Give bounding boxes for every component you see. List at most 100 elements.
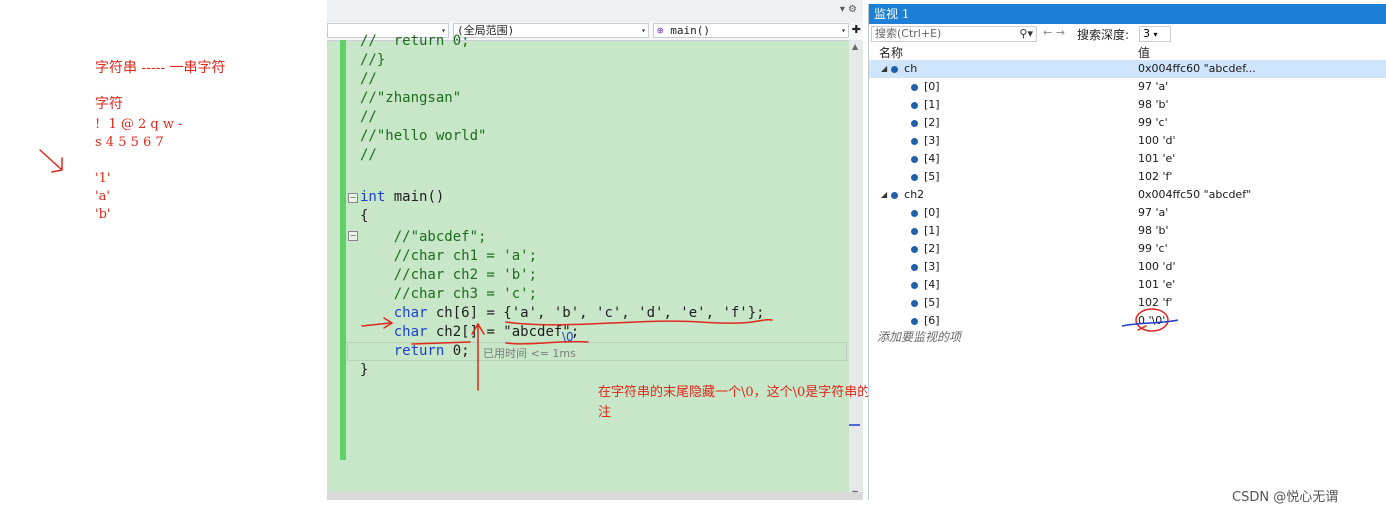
watch-row[interactable]: [0] 97 'a' [869, 204, 1386, 222]
watch-row[interactable]: [2] 99 'c' [869, 240, 1386, 258]
code-line: // [360, 71, 377, 87]
function-icon: ⊕ [657, 24, 671, 37]
column-value-header[interactable]: 值 [1138, 44, 1150, 61]
code-line: //"abcdef"; [360, 229, 487, 245]
watch-var-value[interactable]: 0x004ffc60 "abcdef... [1138, 60, 1256, 78]
watch-var-value[interactable]: 100 'd' [1138, 258, 1176, 276]
watch-var-name: [4] [924, 278, 940, 291]
watch-var-name: [5] [924, 170, 940, 183]
watch-row[interactable]: [4] 101 'e' [869, 276, 1386, 294]
code-line: // return 0; [360, 33, 470, 49]
watch-row[interactable]: [1] 98 'b' [869, 96, 1386, 114]
watch-var-value[interactable]: 102 'f' [1138, 294, 1172, 312]
watch-title: 监视 1 [869, 4, 1386, 24]
variable-icon [911, 317, 918, 325]
variable-icon [911, 245, 918, 253]
collapse-triangle-icon[interactable]: ◢ [881, 186, 887, 204]
watch-var-value[interactable]: 97 'a' [1138, 204, 1168, 222]
watch-var-value[interactable]: 98 'b' [1138, 96, 1169, 114]
search-depth-label: 搜索深度: [1077, 28, 1130, 42]
variable-icon [911, 119, 918, 127]
watch-row[interactable]: [3] 100 'd' [869, 132, 1386, 150]
editor-vertical-scrollbar[interactable]: ▲ ▼ [849, 40, 863, 500]
collapse-main-icon[interactable]: − [348, 193, 358, 203]
watch-var-value[interactable]: 0 '\0' [1138, 312, 1165, 330]
code-line-main: int main() [360, 189, 445, 205]
watch-row[interactable]: [0] 97 'a' [869, 78, 1386, 96]
watch-var-name: [0] [924, 206, 940, 219]
editor-tab-strip: ▾ ⚙ [327, 0, 863, 22]
code-line-ch-array: char ch[6] = {'a', 'b', 'c', 'd', 'e', '… [393, 305, 765, 321]
watch-var-value[interactable]: 99 'c' [1138, 240, 1168, 258]
variable-icon [911, 137, 918, 145]
code-line: //char ch2 = 'b'; [360, 267, 538, 283]
variable-icon [911, 299, 918, 307]
watermark: CSDN @悦心无谓 [1232, 490, 1339, 505]
chevron-down-icon: ▾ [1153, 30, 1158, 39]
watch-row[interactable]: [3] 100 'd' [869, 258, 1386, 276]
code-line: //"zhangsan" [360, 90, 462, 106]
pin-icon[interactable]: ▾ ⚙ [840, 4, 857, 15]
watch-var-name: [2] [924, 116, 940, 129]
scroll-up-icon[interactable]: ▲ [852, 42, 858, 51]
add-watch-item[interactable]: 添加要监视的项 [877, 328, 961, 345]
watch-row[interactable]: [1] 98 'b' [869, 222, 1386, 240]
variable-icon [911, 227, 918, 235]
watch-row[interactable]: [4] 101 'e' [869, 150, 1386, 168]
code-line: // [360, 109, 377, 125]
variable-icon [911, 173, 918, 181]
watch-var-value[interactable]: 100 'd' [1138, 132, 1176, 150]
left-arrow-stroke [39, 149, 63, 173]
code-line: //char ch3 = 'c'; [360, 286, 538, 302]
variable-icon [911, 101, 918, 109]
scope-dropdown[interactable]: (全局范围) ▾ [453, 23, 649, 38]
elapsed-time-hint: 已用时间 <= 1ms [483, 347, 576, 360]
watch-var-name: [5] [924, 296, 940, 309]
watch-search-input[interactable]: 搜索(Ctrl+E) ⚲▾ [871, 26, 1037, 42]
watch-var-name: ch2 [904, 188, 925, 201]
code-editor[interactable]: ▾ ⚙ ▾ (全局范围) ▾ ⊕ main() ▾ ✚ − − // return … [327, 0, 863, 500]
watch-window[interactable]: 监视 1 搜索(Ctrl+E) ⚲▾ ← → 搜索深度: 3 ▾ 名称 值 ◢ c… [868, 4, 1386, 500]
watch-var-name: [3] [924, 260, 940, 273]
search-icon[interactable]: ⚲▾ [1019, 27, 1033, 41]
variable-icon [891, 65, 899, 73]
watch-var-name: [4] [924, 152, 940, 165]
watch-var-value[interactable]: 101 'e' [1138, 150, 1175, 168]
collapse-triangle-icon[interactable]: ◢ [881, 60, 887, 78]
change-tracking-bar [340, 40, 346, 460]
watch-var-name: [1] [924, 224, 940, 237]
watch-var-value[interactable]: 97 'a' [1138, 78, 1168, 96]
code-line: //} [360, 52, 386, 68]
watch-var-value[interactable]: 99 'c' [1138, 114, 1168, 132]
watch-row-ch[interactable]: ◢ ch 0x004ffc60 "abcdef... [869, 60, 1386, 78]
note-char-examples-1: ! 1 @ 2 q w - [95, 117, 183, 132]
function-dropdown-value: main() [670, 24, 710, 37]
code-line-return: return 0; [393, 343, 470, 359]
watch-row[interactable]: [2] 99 'c' [869, 114, 1386, 132]
column-name-header[interactable]: 名称 [879, 44, 903, 61]
split-editor-icon[interactable]: ✚ [852, 23, 861, 36]
variable-icon [911, 263, 918, 271]
code-line: } [360, 362, 369, 378]
watch-var-value[interactable]: 98 'b' [1138, 222, 1169, 240]
search-depth-dropdown[interactable]: 3 ▾ [1139, 26, 1171, 42]
search-nav-arrows-icon[interactable]: ← → [1043, 26, 1065, 39]
watch-var-value[interactable]: 102 'f' [1138, 168, 1172, 186]
watch-var-value[interactable]: 0x004ffc50 "abcdef" [1138, 186, 1251, 204]
code-line: //char ch1 = 'a'; [360, 248, 538, 264]
null-terminator-annotation-line2: 注 [598, 405, 612, 420]
null-terminator-annotation-line1: 在字符串的末尾隐藏一个\0，这个\0是字符串的结束标 [598, 385, 910, 400]
function-dropdown[interactable]: ⊕ main() ▾ [653, 23, 849, 38]
watch-var-value[interactable]: 101 'e' [1138, 276, 1175, 294]
watch-var-name: [1] [924, 98, 940, 111]
code-line: //"hello world" [360, 128, 487, 144]
watch-column-header: 名称 值 [869, 44, 1386, 61]
watch-var-name: ch [904, 62, 918, 75]
collapse-comment-icon[interactable]: − [348, 231, 358, 241]
watch-row[interactable]: [5] 102 'f' [869, 168, 1386, 186]
watch-row[interactable]: [5] 102 'f' [869, 294, 1386, 312]
watch-var-name: [6] [924, 314, 940, 327]
watch-row-ch2[interactable]: ◢ ch2 0x004ffc50 "abcdef" [869, 186, 1386, 204]
note-char-literal-1: '1' [95, 171, 111, 186]
search-depth-value: 3 [1143, 27, 1150, 40]
